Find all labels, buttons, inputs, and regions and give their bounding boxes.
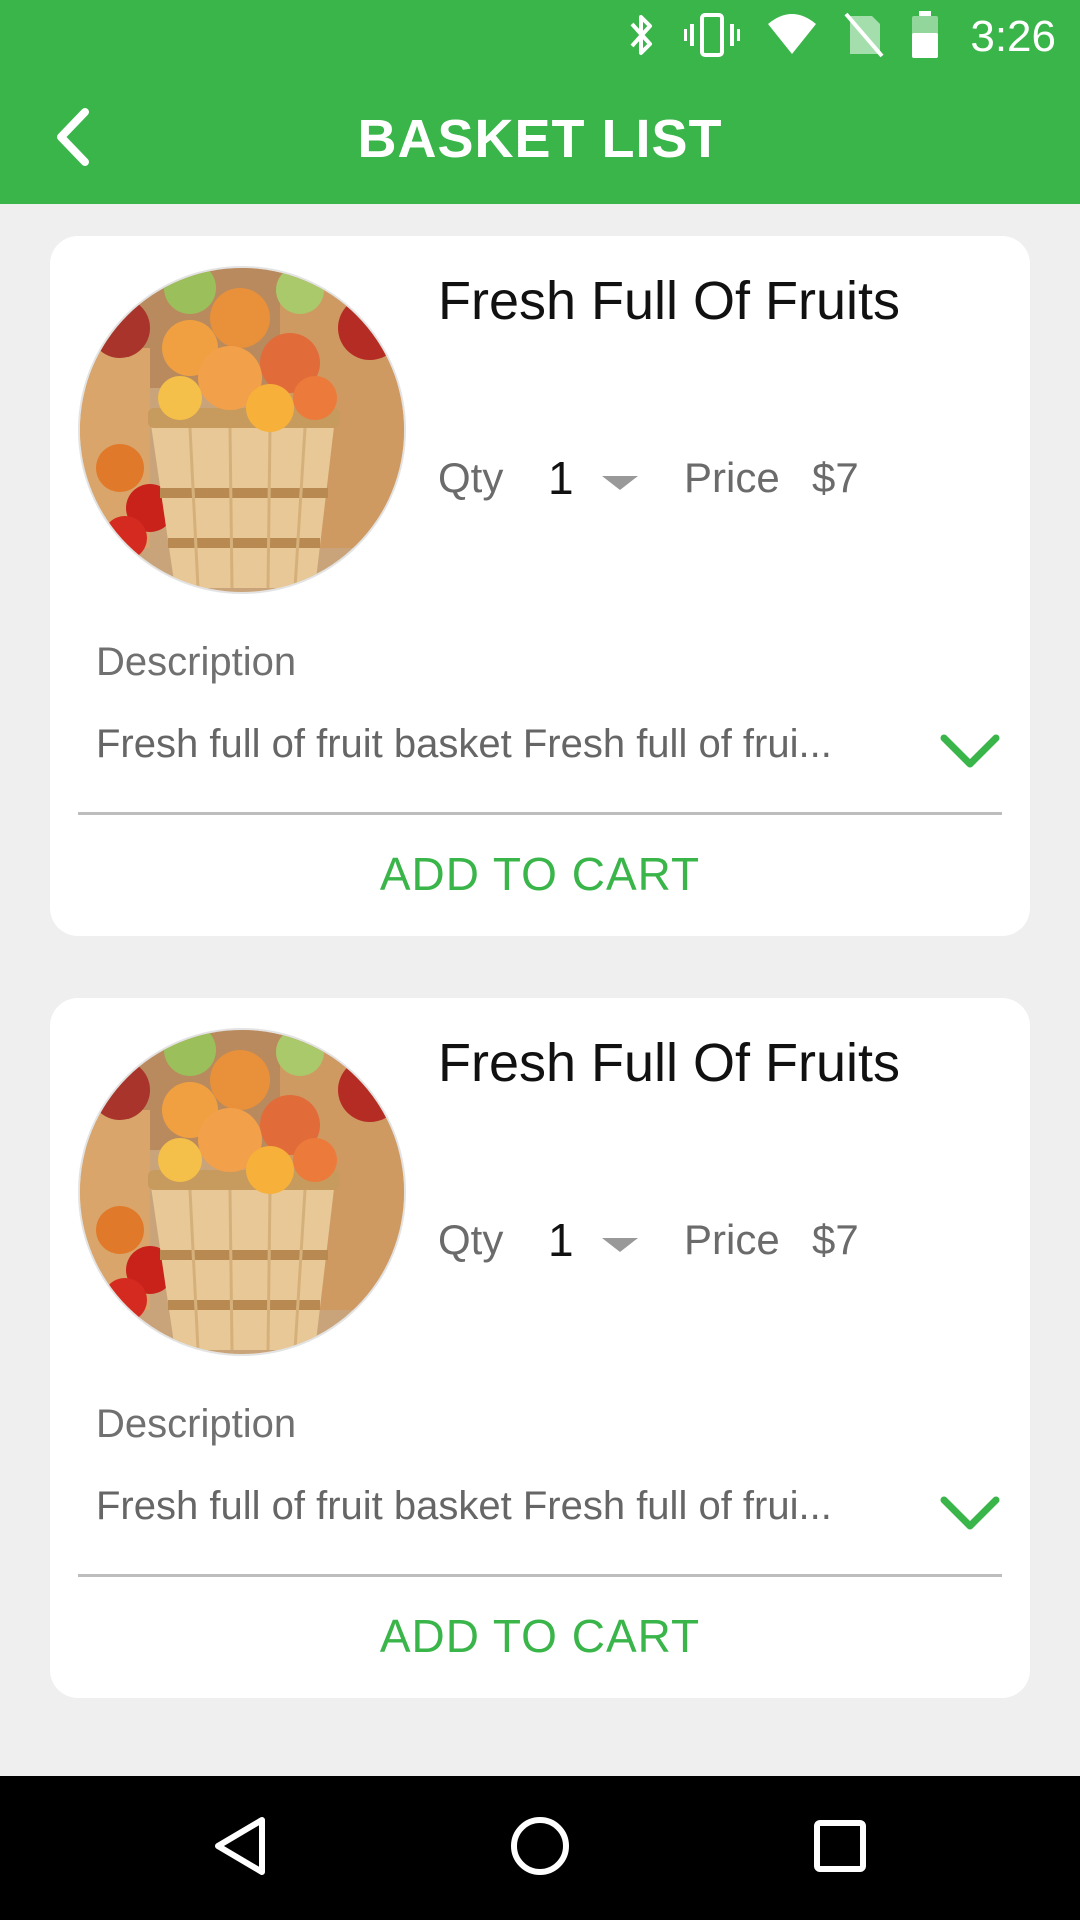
expand-description-button[interactable] — [938, 726, 1002, 774]
nav-recents-button[interactable] — [790, 1798, 890, 1898]
page-title: BASKET LIST — [357, 109, 723, 169]
description-text: Fresh full of fruit basket Fresh full of… — [96, 1484, 832, 1528]
add-to-cart-button[interactable]: ADD TO CART — [78, 826, 1002, 922]
qty-value[interactable]: 1 — [548, 451, 602, 505]
price-value: $7 — [812, 454, 859, 501]
wifi-icon — [766, 12, 818, 63]
app-bar: BASKET LIST — [0, 74, 1080, 204]
product-card: Fresh Full Of Fruits Qty 1 Price $7 Desc… — [50, 998, 1030, 1698]
nav-back-button[interactable] — [190, 1798, 290, 1898]
product-image — [78, 1028, 406, 1356]
qty-price-row: Qty 1 Price $7 — [438, 448, 859, 508]
status-time: 3:26 — [970, 12, 1056, 61]
vibrate-icon — [684, 12, 741, 63]
status-bar: 3:26 — [0, 0, 1080, 74]
add-to-cart-button[interactable]: ADD TO CART — [78, 1588, 1002, 1684]
price-value: $7 — [812, 1216, 859, 1263]
battery-icon — [910, 10, 940, 64]
product-card: Fresh Full Of Fruits Qty 1 Price $7 Desc… — [50, 236, 1030, 936]
description-label: Description — [96, 640, 297, 684]
caret-down-icon — [602, 454, 638, 502]
back-triangle-icon — [210, 1814, 270, 1883]
no-sim-icon — [844, 12, 884, 63]
qty-label: Qty — [438, 1216, 504, 1263]
description-text: Fresh full of fruit basket Fresh full of… — [96, 722, 832, 766]
status-icons: 3:26 — [624, 10, 1056, 64]
qty-price-row: Qty 1 Price $7 — [438, 1210, 859, 1270]
recents-square-icon — [812, 1818, 868, 1879]
qty-dropdown[interactable] — [602, 458, 662, 498]
basket-list[interactable]: Fresh Full Of Fruits Qty 1 Price $7 Desc… — [0, 204, 1080, 1776]
bluetooth-icon — [624, 12, 658, 63]
divider — [78, 1574, 1002, 1577]
divider — [78, 812, 1002, 815]
qty-value[interactable]: 1 — [548, 1213, 602, 1267]
qty-label: Qty — [438, 454, 504, 501]
nav-home-button[interactable] — [490, 1798, 590, 1898]
system-nav-bar — [0, 1776, 1080, 1920]
product-image — [78, 266, 406, 594]
chevron-down-icon — [938, 1496, 1002, 1540]
chevron-down-icon — [938, 734, 1002, 778]
home-circle-icon — [508, 1814, 572, 1883]
product-name: Fresh Full Of Fruits — [438, 271, 901, 331]
price-label: Price — [684, 1216, 780, 1263]
price-label: Price — [684, 454, 780, 501]
qty-dropdown[interactable] — [602, 1220, 662, 1260]
product-name: Fresh Full Of Fruits — [438, 1033, 901, 1093]
caret-down-icon — [602, 1216, 638, 1264]
expand-description-button[interactable] — [938, 1488, 1002, 1536]
description-label: Description — [96, 1402, 297, 1446]
